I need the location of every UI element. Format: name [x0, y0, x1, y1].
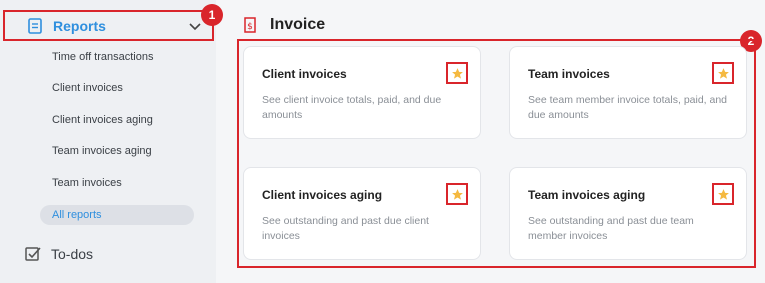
report-card-client-invoices[interactable]: Client invoices See client invoice total… [243, 46, 481, 139]
invoice-icon: $ [244, 17, 256, 33]
page-title: Invoice [270, 16, 326, 33]
sidebar-item-all-reports[interactable]: All reports [40, 205, 194, 225]
checkbox-icon [25, 247, 41, 261]
card-title: Team invoices aging [528, 188, 646, 202]
annotation-badge-1: 1 [201, 4, 223, 26]
report-card-team-invoices-aging[interactable]: Team invoices aging See outstanding and … [509, 167, 747, 260]
sidebar-item-todos[interactable]: To-dos [25, 246, 93, 262]
star-icon [451, 67, 463, 79]
sidebar-item-team-invoices[interactable]: Team invoices [52, 177, 122, 189]
favorite-button[interactable] [446, 62, 468, 84]
card-description: See outstanding and past due team member… [528, 215, 694, 242]
sidebar-item-client-invoices-aging[interactable]: Client invoices aging [52, 114, 153, 126]
sidebar-item-client-invoices[interactable]: Client invoices [52, 82, 123, 94]
star-icon [717, 188, 729, 200]
card-title: Client invoices aging [262, 188, 383, 202]
favorite-button[interactable] [712, 62, 734, 84]
reports-menu-header[interactable]: Reports [3, 10, 214, 41]
sidebar-item-time-off-transactions[interactable]: Time off transactions [52, 51, 154, 63]
star-icon [451, 188, 463, 200]
sidebar: Reports Time off transactions Client inv… [0, 0, 216, 283]
card-title: Client invoices [262, 67, 347, 81]
card-description: See client invoice totals, paid, and due… [262, 94, 442, 121]
chevron-down-icon[interactable] [188, 19, 202, 33]
star-icon [717, 67, 729, 79]
card-description: See outstanding and past due client invo… [262, 215, 429, 242]
card-title: Team invoices [528, 67, 610, 81]
reports-label: Reports [53, 18, 106, 34]
card-description: See team member invoice totals, paid, an… [528, 94, 728, 121]
favorite-button[interactable] [446, 183, 468, 205]
todos-label: To-dos [51, 246, 94, 262]
report-card-team-invoices[interactable]: Team invoices See team member invoice to… [509, 46, 747, 139]
favorite-button[interactable] [712, 183, 734, 205]
svg-text:$: $ [247, 22, 253, 32]
report-card-client-invoices-aging[interactable]: Client invoices aging See outstanding an… [243, 167, 481, 260]
sidebar-item-team-invoices-aging[interactable]: Team invoices aging [52, 145, 152, 157]
section-header: $ Invoice [244, 16, 325, 34]
document-icon [28, 18, 42, 34]
